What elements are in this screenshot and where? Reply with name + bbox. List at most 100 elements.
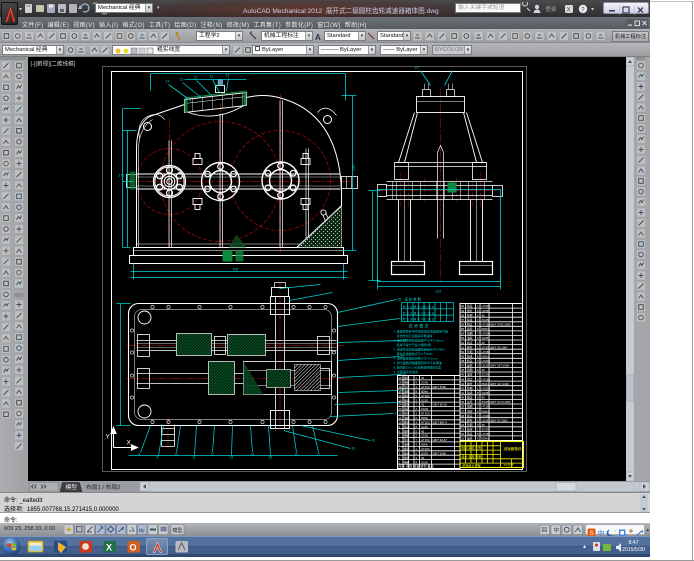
svg-text:1: 1 — [477, 428, 479, 432]
svg-text:6: 6 — [416, 451, 418, 455]
svg-text:X: X — [127, 440, 132, 447]
svg-text:59: 59 — [461, 309, 465, 313]
svg-text:轴承: 轴承 — [467, 391, 473, 395]
svg-text:56: 56 — [461, 323, 465, 327]
svg-text:41: 41 — [461, 391, 465, 395]
svg-text:17: 17 — [317, 453, 321, 457]
svg-text:1: 1 — [477, 386, 479, 390]
svg-text:38: 38 — [461, 405, 465, 409]
svg-text:ZG35: ZG35 — [421, 407, 428, 411]
svg-text:HT200: HT200 — [421, 394, 430, 398]
svg-text:45: 45 — [482, 341, 486, 345]
svg-text:12: 12 — [210, 75, 214, 79]
svg-text:1. 装配前所有零件用煤油清洗轴承用汽油: 1. 装配前所有零件用煤油清洗轴承用汽油 — [394, 329, 448, 334]
svg-text:ZG35: ZG35 — [421, 434, 428, 438]
svg-text:螺栓: 螺栓 — [467, 309, 473, 313]
svg-text:销钉: 销钉 — [404, 407, 410, 411]
svg-text:5: 5 — [416, 429, 418, 433]
svg-text:A: A — [315, 33, 321, 42]
svg-text:中: 中 — [554, 526, 560, 534]
svg-text:ZG35: ZG35 — [421, 381, 428, 385]
svg-text:49: 49 — [461, 355, 465, 359]
svg-text:5: 5 — [477, 418, 479, 422]
svg-text:7: 7 — [477, 332, 479, 336]
svg-text:油塞: 油塞 — [467, 409, 473, 413]
svg-text:47: 47 — [461, 364, 465, 368]
svg-text:17: 17 — [399, 389, 403, 393]
svg-text:Y: Y — [106, 434, 111, 441]
svg-text:X: X — [567, 7, 571, 13]
svg-text:12: 12 — [226, 74, 230, 78]
svg-text:轴承: 轴承 — [404, 425, 410, 429]
svg-text:4: 4 — [477, 359, 479, 363]
svg-text:1: 1 — [477, 304, 479, 308]
svg-text:48: 48 — [461, 359, 465, 363]
svg-text:4. 调整轴承轴向间隙0.05~0.1mm: 4. 调整轴承轴向间隙0.05~0.1mm — [394, 356, 439, 361]
svg-text:8: 8 — [477, 309, 479, 313]
svg-text:5: 5 — [416, 394, 418, 398]
svg-text:8: 8 — [416, 389, 418, 393]
svg-text:GB/T 93-1987: GB/T 93-1987 — [490, 345, 508, 349]
svg-text:ZG35: ZG35 — [482, 400, 489, 404]
svg-text:油塞: 油塞 — [467, 373, 473, 377]
svg-text:39: 39 — [461, 400, 465, 404]
svg-text:7. 表面涂灰色油漆: 7. 表面涂灰色油漆 — [394, 369, 418, 374]
svg-text:HT200: HT200 — [421, 447, 430, 451]
svg-text:轴承: 轴承 — [467, 355, 473, 359]
svg-text:45: 45 — [421, 403, 425, 407]
svg-text:65Mn: 65Mn — [482, 409, 489, 413]
svg-text:清洗未加工表面涂灰色油漆: 清洗未加工表面涂灰色油漆 — [397, 333, 433, 338]
svg-text:数齿压螺直中比模齿: 数齿压螺直中比模齿 — [403, 305, 435, 309]
svg-text:垫圈: 垫圈 — [467, 313, 473, 317]
svg-text:箱盖: 箱盖 — [467, 323, 473, 327]
svg-text:端盖: 端盖 — [467, 304, 473, 308]
svg-text:垫片: 垫片 — [404, 438, 410, 442]
svg-text:垫片: 垫片 — [404, 412, 410, 416]
svg-text:箱盖: 箱盖 — [467, 396, 473, 400]
svg-text:37: 37 — [461, 409, 465, 413]
svg-text:螺栓: 螺栓 — [467, 382, 473, 386]
svg-text:11: 11 — [193, 456, 197, 460]
svg-text:设计 标准 数量: 设计 标准 数量 — [462, 454, 482, 459]
svg-text:10: 10 — [399, 420, 403, 424]
svg-text:3. 用涂色法检验齿面接触斑点不少40%: 3. 用涂色法检验齿面接触斑点不少40% — [394, 347, 446, 352]
svg-text:· 登录: · 登录 — [542, 5, 557, 13]
svg-text:HT200: HT200 — [482, 386, 491, 390]
svg-text:HT200: HT200 — [421, 420, 430, 424]
svg-text:HT150: HT150 — [421, 438, 430, 442]
svg-text:12: 12 — [211, 453, 215, 457]
svg-text:36: 36 — [461, 414, 465, 418]
svg-text:HT150: HT150 — [421, 385, 430, 389]
svg-text:8: 8 — [416, 425, 418, 429]
svg-text:9: 9 — [399, 425, 401, 429]
svg-text:HT150: HT150 — [482, 377, 491, 381]
svg-text:HT150: HT150 — [482, 432, 491, 436]
svg-text:25: 25 — [415, 66, 419, 70]
svg-text:5: 5 — [477, 377, 479, 381]
svg-text:HT150: HT150 — [482, 350, 491, 354]
svg-text:43: 43 — [461, 382, 465, 386]
svg-text:2: 2 — [399, 456, 401, 460]
svg-text:5. 剖分面各接触面密封处均不许漏油: 5. 剖分面各接触面密封处均不许漏油 — [394, 360, 442, 365]
svg-text:45: 45 — [421, 376, 425, 380]
svg-text:齿轮: 齿轮 — [467, 437, 473, 441]
svg-text:15: 15 — [269, 456, 273, 460]
svg-text:ZG35: ZG35 — [482, 428, 489, 432]
svg-text:6. 箱内装CKC150润滑油至规定高度: 6. 箱内装CKC150润滑油至规定高度 — [394, 365, 442, 370]
svg-text:序号 名称 数量 材料 备注: 序号 名称 数量 材料 备注 — [399, 464, 435, 469]
svg-text:51: 51 — [461, 345, 465, 349]
svg-text:GB/T 297-1994: GB/T 297-1994 — [490, 364, 510, 368]
svg-text:齿轮: 齿轮 — [467, 364, 473, 368]
svg-text:170: 170 — [119, 174, 125, 178]
svg-text:20: 20 — [399, 376, 403, 380]
svg-text:GB/T 95-02: GB/T 95-02 — [433, 403, 448, 407]
svg-text:模型: 模型 — [66, 483, 78, 491]
svg-text:螺栓: 螺栓 — [467, 418, 473, 422]
svg-text:HT200: HT200 — [482, 359, 491, 363]
svg-text:13: 13 — [230, 456, 234, 460]
svg-text:12: 12 — [166, 80, 170, 84]
svg-text:Q235: Q235 — [482, 309, 489, 313]
svg-text:GB/T 97-2002: GB/T 97-2002 — [490, 418, 508, 422]
svg-text:12: 12 — [399, 412, 403, 416]
svg-text:Q235: Q235 — [482, 418, 489, 422]
